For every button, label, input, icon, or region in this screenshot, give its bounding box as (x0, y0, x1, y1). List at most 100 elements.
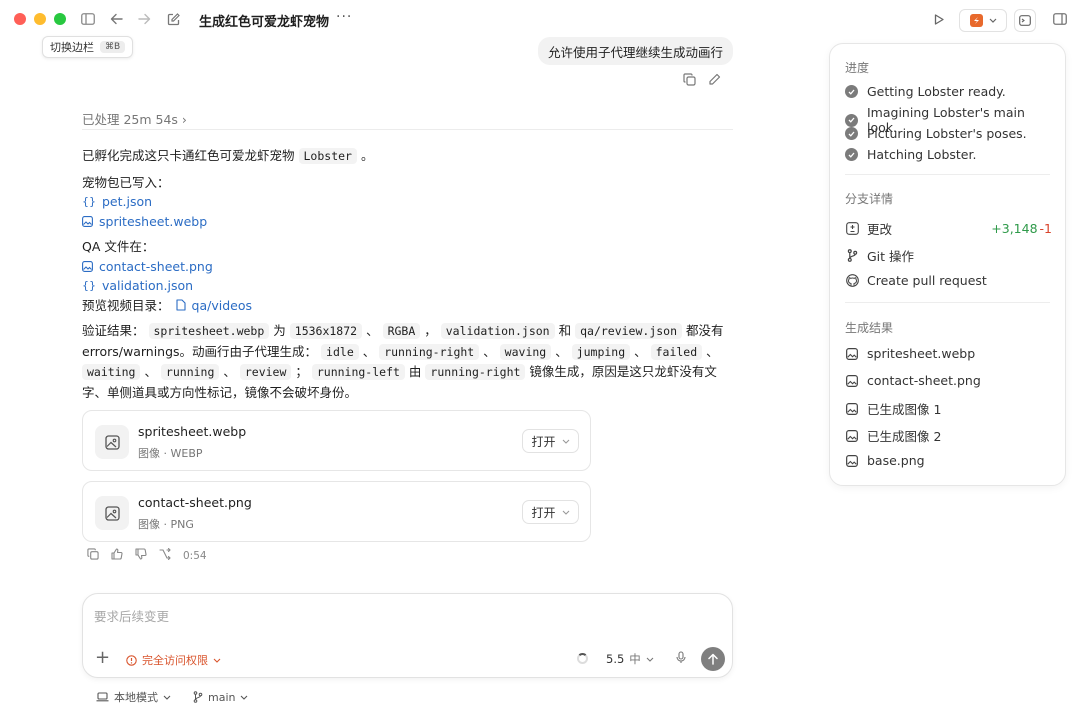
back-arrow-icon[interactable] (108, 11, 124, 27)
additions-count: +3,148 (991, 221, 1038, 236)
more-options-button[interactable]: ··· (336, 9, 352, 25)
right-panel-toggle-icon[interactable] (1052, 11, 1068, 27)
forward-arrow-icon[interactable] (136, 11, 152, 27)
thumbs-down-icon[interactable] (135, 548, 147, 563)
right-panel: 进度 Getting Lobster ready. Imagining Lobs… (829, 43, 1066, 486)
chevron-down-icon (646, 657, 654, 662)
send-button[interactable] (701, 647, 725, 671)
terminal-button[interactable] (1014, 9, 1036, 32)
divider (845, 302, 1050, 303)
composer-footer: 本地模式 main (96, 689, 248, 705)
json-braces-icon: {} (82, 195, 96, 208)
git-actions-row[interactable]: Git 操作 (845, 246, 1052, 265)
window-title: 生成红色可爱龙虾宠物 (199, 15, 330, 30)
image-file-icon (82, 215, 93, 227)
app-picker-button[interactable] (959, 9, 1007, 32)
deletions-count: -1 (1039, 221, 1052, 236)
user-message-actions (683, 73, 721, 89)
composer-input[interactable]: 要求后续变更 (94, 606, 169, 625)
file-icon (175, 299, 186, 311)
intro-line: 已孵化完成这只卡通红色可爱龙虾宠物 Lobster 。 (82, 148, 374, 164)
chevron-down-icon (989, 18, 996, 23)
edit-pencil-icon[interactable] (708, 73, 721, 89)
minimize-window-button[interactable] (34, 13, 46, 25)
generated-results-title: 生成结果 (845, 321, 894, 335)
image-icon (845, 402, 859, 416)
zoom-window-button[interactable] (54, 13, 66, 25)
image-icon (95, 496, 129, 530)
thumbs-up-icon[interactable] (111, 548, 123, 563)
sidebar-tooltip: 切换边栏 ⌘B (42, 36, 134, 58)
branch-selector[interactable]: main (193, 689, 248, 705)
message-duration: 0:54 (183, 549, 207, 562)
title-bar: 生成红色可爱龙虾宠物 ··· (0, 0, 1080, 40)
run-play-icon[interactable] (931, 11, 947, 27)
chevron-down-icon (562, 510, 569, 515)
open-file-button[interactable]: 打开 (522, 500, 579, 524)
video-dir-line: 预览视频目录： qa/videos (82, 296, 732, 316)
progress-item: Getting Lobster ready. (845, 84, 1052, 99)
processed-duration-toggle[interactable]: 已处理 25m 54s › (82, 109, 187, 128)
model-selector[interactable]: 5.5 中 (606, 651, 654, 667)
file-link-spritesheet[interactable]: spritesheet.webp (82, 212, 732, 232)
copy-icon[interactable] (683, 73, 696, 89)
file-card-contact-sheet[interactable]: contact-sheet.png 图像 · PNG 打开 (82, 481, 591, 542)
chevron-down-icon (562, 439, 569, 444)
result-item[interactable]: spritesheet.webp (845, 346, 1052, 361)
assistant-message-actions: 0:54 (87, 547, 207, 563)
github-icon (845, 274, 859, 288)
add-attachment-button[interactable]: + (95, 649, 110, 667)
git-branch-icon (193, 691, 203, 703)
divider (82, 129, 733, 130)
file-card-spritesheet[interactable]: spritesheet.webp 图像 · WEBP 打开 (82, 410, 591, 471)
file-card-meta: 图像 · WEBP (138, 447, 203, 460)
composer[interactable]: 要求后续变更 + 完全访问权限 5.5 中 (82, 593, 733, 678)
laptop-icon (96, 692, 109, 702)
close-window-button[interactable] (14, 13, 26, 25)
progress-item: Picturing Lobster's poses. (845, 126, 1052, 141)
changes-row[interactable]: 更改 +3,148 -1 (845, 219, 1052, 238)
chevron-down-icon (213, 658, 221, 663)
microphone-icon[interactable] (676, 651, 686, 667)
git-branch-icon (845, 249, 859, 263)
open-file-button[interactable]: 打开 (522, 429, 579, 453)
json-braces-icon: {} (82, 279, 96, 292)
image-icon (845, 454, 859, 468)
mode-selector[interactable]: 本地模式 (96, 689, 171, 705)
terminal-icon (1019, 15, 1031, 26)
file-card-meta: 图像 · PNG (138, 518, 194, 531)
inline-code: Lobster (298, 148, 357, 164)
warning-circle-icon (126, 654, 137, 666)
file-link-contact-sheet[interactable]: contact-sheet.png (82, 257, 732, 277)
file-link-validation-json[interactable]: {} validation.json (82, 276, 732, 296)
result-item[interactable]: 已生成图像 2 (845, 426, 1052, 445)
diff-icon (845, 222, 859, 236)
chevron-down-icon (163, 695, 171, 700)
folder-link-videos[interactable]: qa/videos (175, 296, 252, 316)
verify-paragraph: 验证结果： spritesheet.webp 为 1536x1872 、 RGB… (82, 323, 724, 400)
check-circle-icon (845, 148, 858, 161)
result-item[interactable]: base.png (845, 453, 1052, 468)
check-circle-icon (845, 113, 858, 127)
progress-title: 进度 (845, 61, 870, 75)
arrow-up-icon (708, 653, 718, 665)
image-icon (845, 374, 859, 388)
divider (845, 174, 1050, 175)
file-link-pet-json[interactable]: {} pet.json (82, 192, 732, 212)
loading-spinner-icon (577, 653, 588, 664)
user-message-bubble: 允许使用子代理继续生成动画行 (538, 37, 733, 65)
file-card-name: contact-sheet.png (138, 495, 252, 510)
fork-branch-icon[interactable] (159, 547, 171, 563)
chevron-down-icon (241, 695, 248, 700)
create-pull-request-row[interactable]: Create pull request (845, 273, 1052, 288)
sidebar-toggle-icon[interactable] (80, 11, 96, 27)
pack-label: 宠物包已写入： (82, 174, 170, 190)
assistant-message: 已孵化完成这只卡通红色可爱龙虾宠物 Lobster 。 宠物包已写入： {} p… (82, 146, 732, 402)
result-item[interactable]: 已生成图像 1 (845, 399, 1052, 418)
branch-details-title: 分支详情 (845, 192, 894, 206)
image-icon (845, 347, 859, 361)
copy-icon[interactable] (87, 548, 99, 563)
access-level-dropdown[interactable]: 完全访问权限 (126, 652, 221, 668)
result-item[interactable]: contact-sheet.png (845, 373, 1052, 388)
new-chat-icon[interactable] (165, 11, 181, 27)
